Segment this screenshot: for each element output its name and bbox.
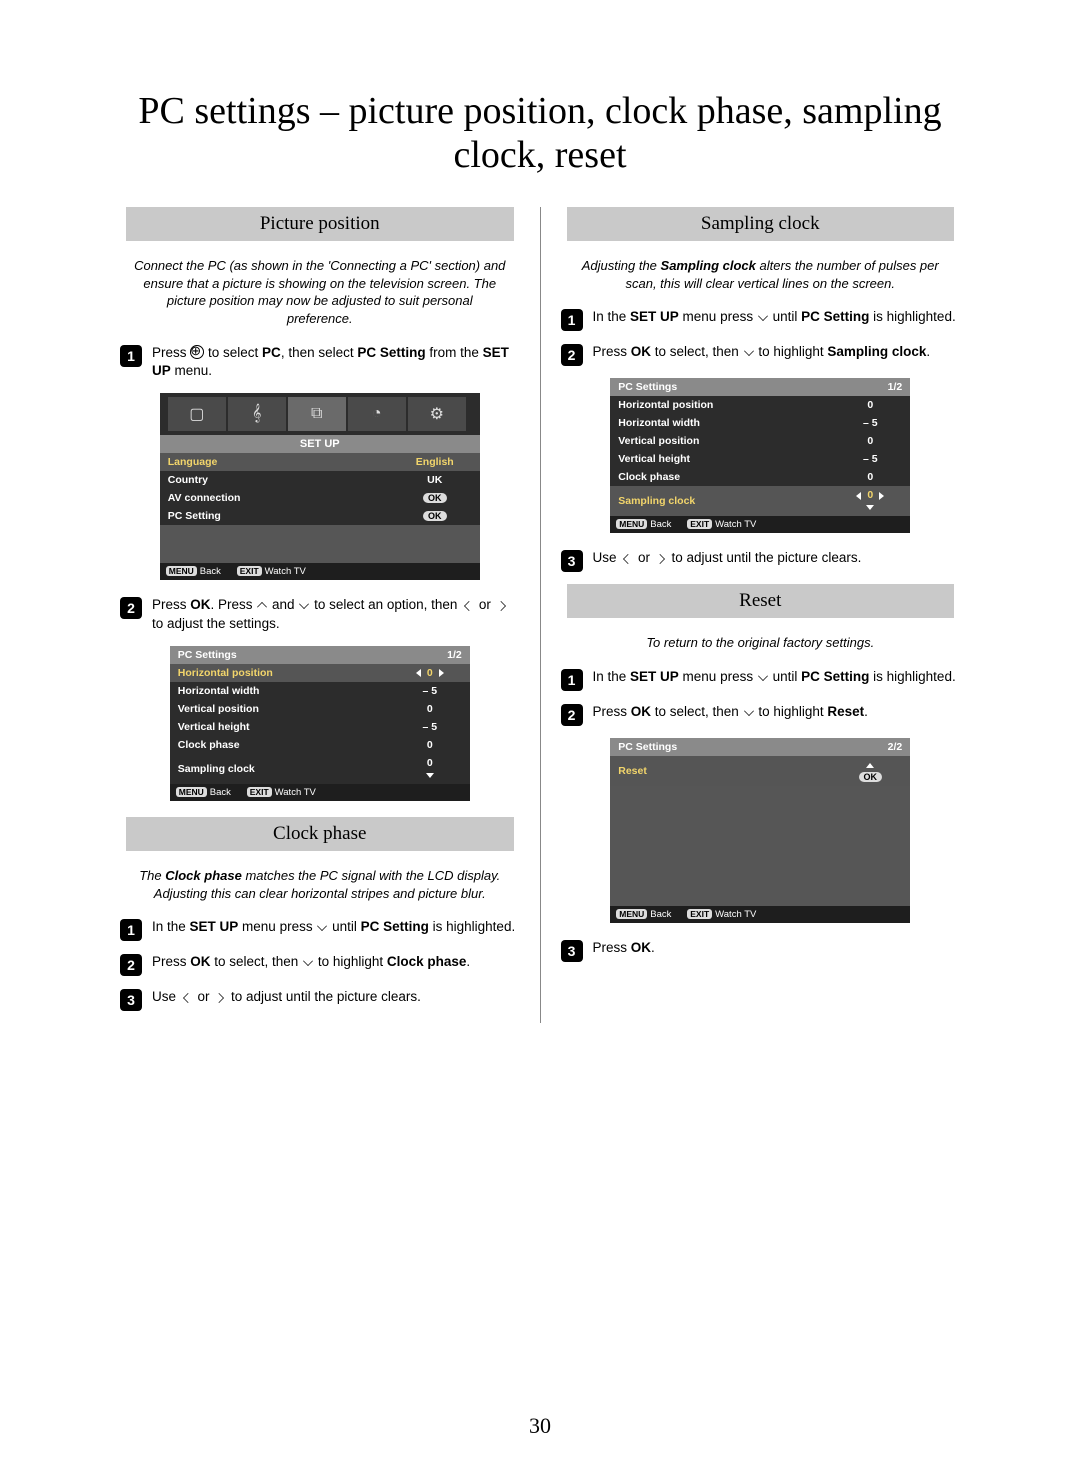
sc-step-3: 3 Use or to adjust until the picture cle… [561,549,961,572]
step-badge: 1 [120,345,142,367]
chevron-right-icon [214,993,224,1003]
chevron-down-icon [744,706,754,716]
cp-step-2: 2 Press OK to select, then to highlight … [120,953,520,976]
chevron-down-icon [317,921,327,931]
osd-tab-icon: ▢ [168,397,226,431]
rs-step-1: 1 In the SET UP menu press until PC Sett… [561,668,961,691]
intro-clock-phase: The Clock phase matches the PC signal wi… [134,867,506,902]
osd-tab-icon: ⧉ [288,397,346,431]
setup-menu-osd: ▢ 𝄞 ⧉ ◔ ⚙ SET UP LanguageEnglish Country… [160,393,480,580]
chevron-down-icon [758,311,768,321]
pc-settings-osd-1: PC Settings1/2 Horizontal position0 Hori… [170,646,470,801]
osd-tab-icon: 𝄞 [228,397,286,431]
chevron-down-icon [303,956,313,966]
right-column: Sampling clock Adjusting the Sampling cl… [541,207,981,1023]
intro-reset: To return to the original factory settin… [575,634,947,652]
pp-step-1: 1 Press to select PC, then select PC Set… [120,344,520,382]
heading-reset: Reset [567,584,955,618]
sc-step-1: 1 In the SET UP menu press until PC Sett… [561,308,961,331]
chevron-down-icon [758,671,768,681]
chevron-right-icon [496,601,506,611]
page-number: 30 [0,1413,1080,1439]
chevron-left-icon [464,601,474,611]
heading-sampling-clock: Sampling clock [567,207,955,241]
page-title: PC settings – picture position, clock ph… [100,90,980,177]
intro-sampling-clock: Adjusting the Sampling clock alters the … [575,257,947,292]
chevron-up-icon [257,602,267,612]
cp-step-3: 3 Use or to adjust until the picture cle… [120,988,520,1011]
osd-tab-icon: ◔ [348,397,406,431]
osd-tab-icon: ⚙ [408,397,466,431]
rs-step-3: 3 Press OK. [561,939,961,962]
heading-picture-position: Picture position [126,207,514,241]
osd-title: SET UP [160,435,480,453]
intro-picture-position: Connect the PC (as shown in the 'Connect… [134,257,506,327]
left-column: Picture position Connect the PC (as show… [100,207,540,1023]
sc-step-2: 2 Press OK to select, then to highlight … [561,343,961,366]
pc-settings-osd-3: PC Settings2/2 ResetOK MENUBack EXITWatc… [610,738,910,923]
chevron-down-icon [299,599,309,609]
chevron-left-icon [623,554,633,564]
cp-step-1: 1 In the SET UP menu press until PC Sett… [120,918,520,941]
pc-settings-osd-2: PC Settings1/2 Horizontal position0 Hori… [610,378,910,533]
chevron-down-icon [744,346,754,356]
step-badge: 2 [120,597,142,619]
heading-clock-phase: Clock phase [126,817,514,851]
input-select-icon [190,345,204,359]
rs-step-2: 2 Press OK to select, then to highlight … [561,703,961,726]
chevron-right-icon [655,554,665,564]
chevron-left-icon [183,993,193,1003]
pp-step-2: 2 Press OK. Press and to select an optio… [120,596,520,634]
